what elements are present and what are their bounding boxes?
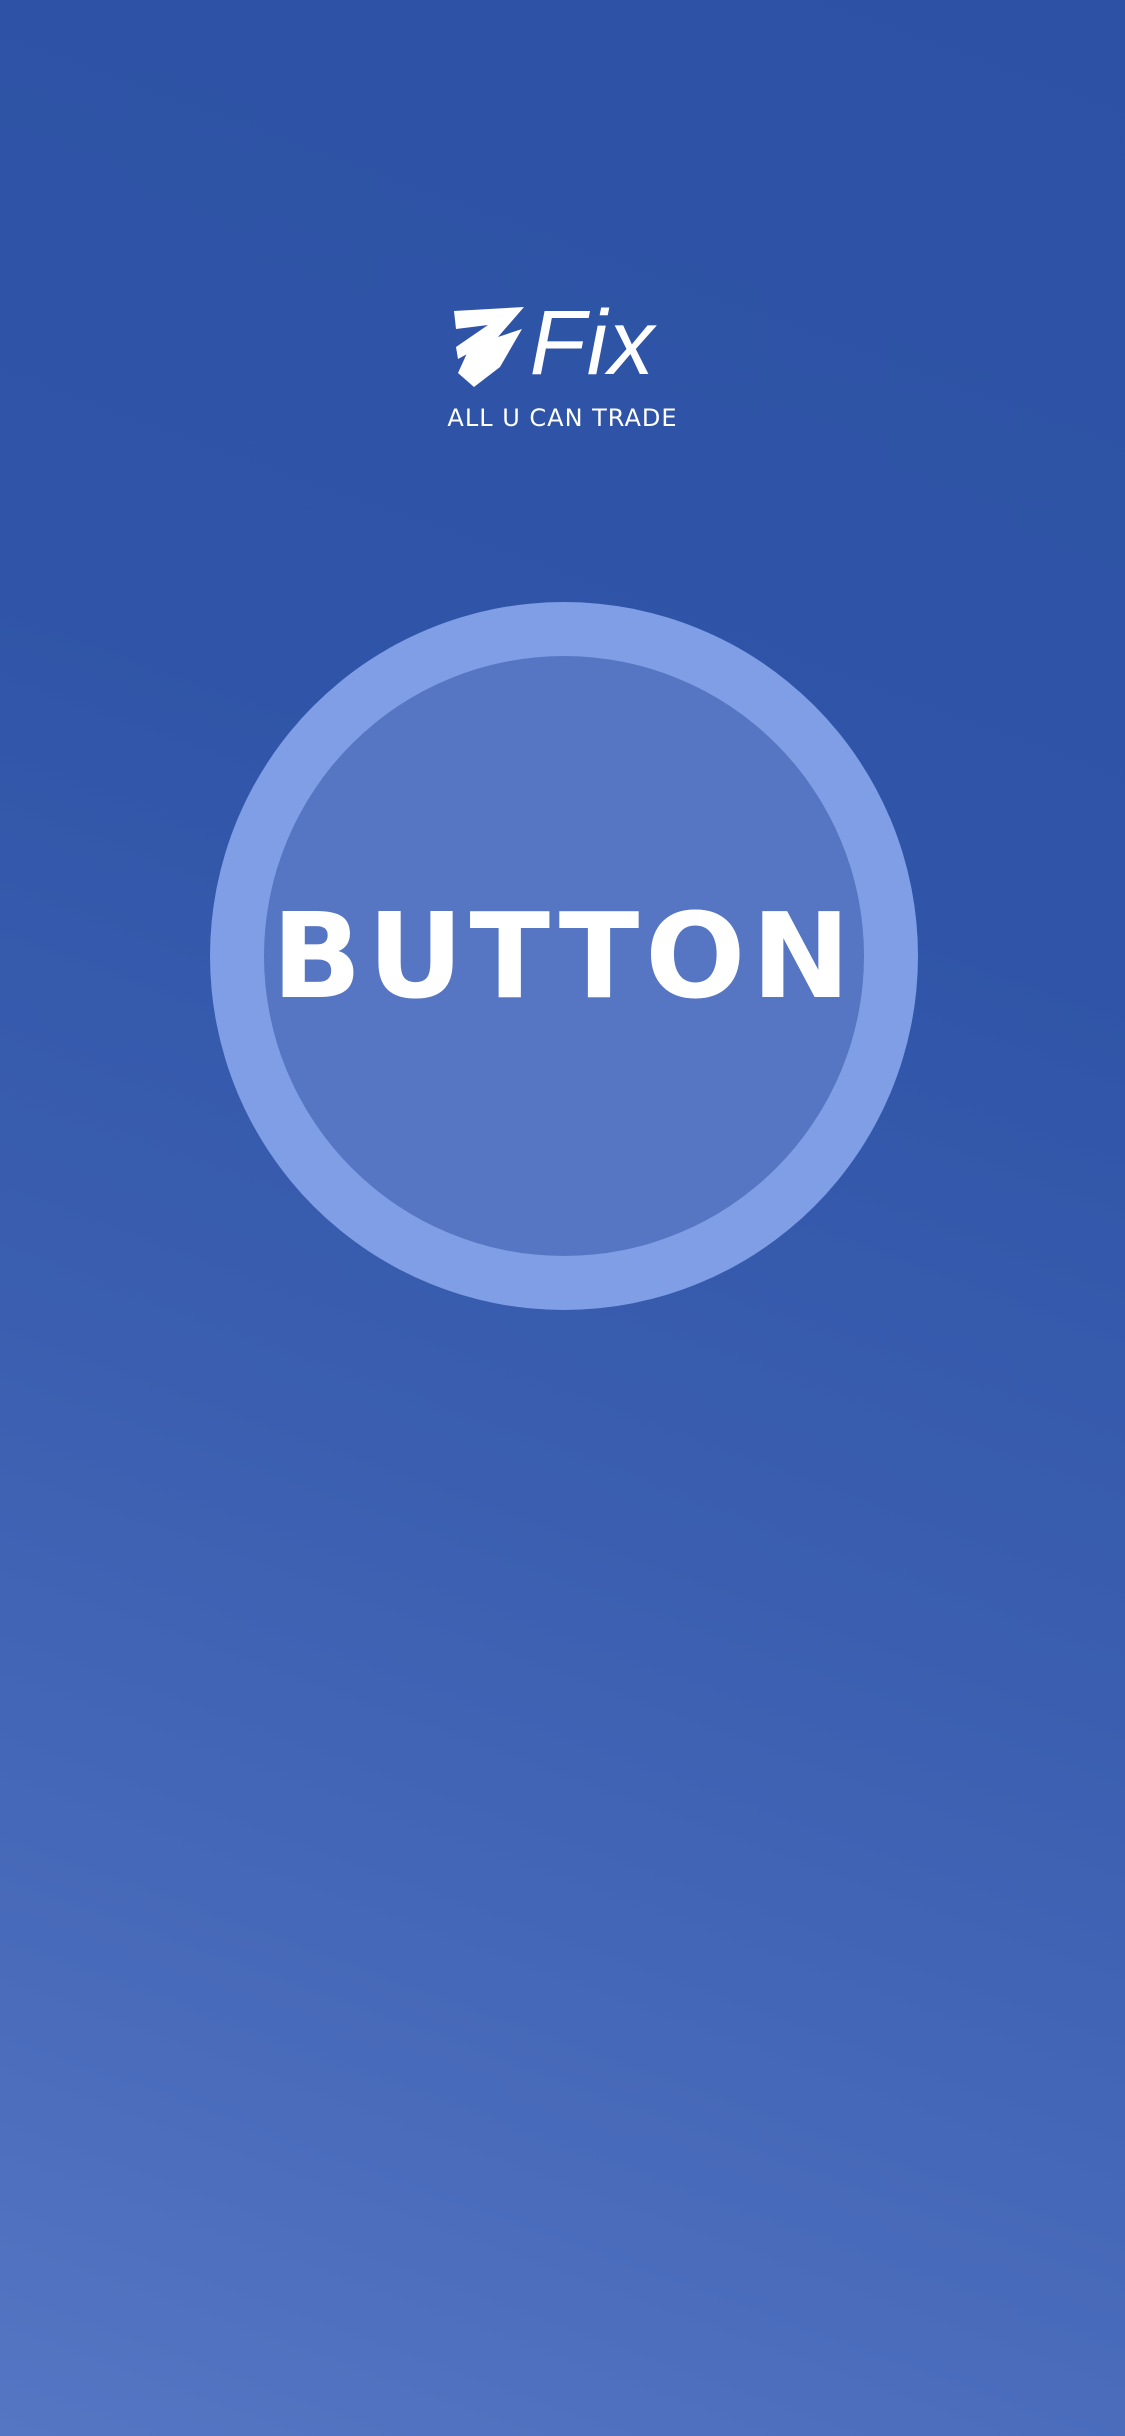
main-action-button-face[interactable]: BUTTON <box>264 656 864 1256</box>
logo: Fix <box>450 297 676 392</box>
screen: Fix ALL U CAN TRADE BUTTON <box>0 0 1125 2436</box>
brand-header: Fix ALL U CAN TRADE <box>0 297 1125 432</box>
main-action-button-label: BUTTON <box>271 887 857 1025</box>
z-swoosh-logo-icon <box>450 307 528 392</box>
brand-tagline: ALL U CAN TRADE <box>447 404 678 432</box>
main-action-button[interactable]: BUTTON <box>210 602 918 1310</box>
logo-wordmark: Fix <box>529 292 656 394</box>
